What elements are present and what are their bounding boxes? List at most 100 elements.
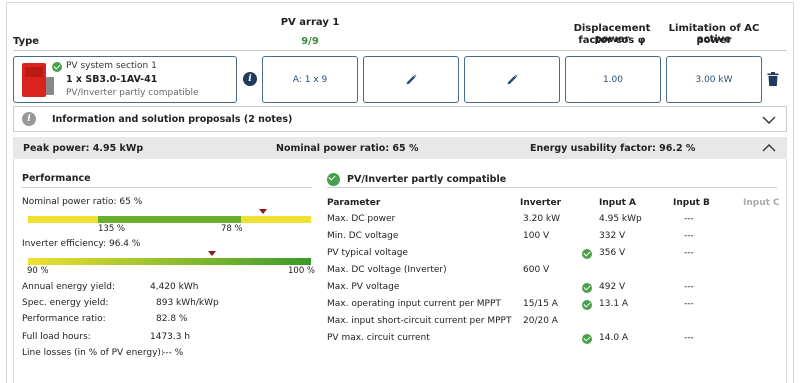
perf-row: Spec. energy yield: 893 kWh/kWp xyxy=(22,298,322,313)
cos-phi-button[interactable]: 1.00 xyxy=(565,56,661,103)
compat-table-header: Parameter Inverter Input A Input B Input… xyxy=(327,198,787,212)
compat-row: Max. DC power 3.20 kW 4.95 kWp --- xyxy=(327,214,787,231)
input-a-cell: 492 V xyxy=(599,282,626,292)
param-cell: Max. DC voltage (Inverter) xyxy=(327,265,447,275)
input-b-cell: --- xyxy=(684,299,694,309)
chevron-down-icon xyxy=(762,116,776,124)
inverter-cell: 3.20 kW xyxy=(523,214,561,224)
check-icon xyxy=(327,173,340,186)
info-accordion-label: Information and solution proposals (2 no… xyxy=(52,114,293,125)
input-a-cell: 4.95 kWp xyxy=(599,214,642,224)
perf-value: 1473.3 h xyxy=(150,332,191,342)
inverter-cell: 20/20 A xyxy=(523,316,558,326)
performance-divider xyxy=(22,187,312,188)
perf-label: Spec. energy yield: xyxy=(22,298,109,308)
efficiency-label: Inverter efficiency: 96.4 % xyxy=(22,239,141,249)
type-header: Type xyxy=(13,36,40,47)
perf-value: 82.8 % xyxy=(156,314,188,324)
perf-label: Line losses (in % of PV energy): xyxy=(22,348,164,358)
nominal-power-ratio: Nominal power ratio: 65 % xyxy=(276,143,419,154)
array-config-value: A: 1 x 9 xyxy=(292,74,328,85)
info-icon: i xyxy=(22,112,36,126)
edit-button-2[interactable] xyxy=(464,56,560,103)
energy-usability: Energy usability factor: 96.2 % xyxy=(530,143,696,154)
param-cell: Max. operating input current per MPPT xyxy=(327,299,501,309)
input-b-cell: --- xyxy=(684,248,694,258)
param-cell: PV max. circuit current xyxy=(327,333,430,343)
efficiency-marker xyxy=(207,251,216,256)
check-icon xyxy=(582,249,592,259)
section-name: PV system section 1 xyxy=(66,61,157,71)
input-b-cell: --- xyxy=(684,214,694,224)
perf-row: Performance ratio: 82.8 % xyxy=(22,314,322,329)
input-a-cell: 13.1 A xyxy=(599,299,629,309)
compatibility-status: PV/Inverter partly compatible xyxy=(66,88,199,98)
compat-row: Max. DC voltage (Inverter) 600 V xyxy=(327,265,787,282)
perf-value: 893 kWh/kWp xyxy=(156,298,219,308)
input-a-cell: 14.0 A xyxy=(599,333,629,343)
perf-label: Full load hours: xyxy=(22,332,91,342)
summary-bar[interactable]: Peak power: 4.95 kWp Nominal power ratio… xyxy=(13,137,787,159)
input-b-cell: --- xyxy=(684,282,694,292)
inverter-product-card[interactable]: PV system section 1 1 x SB3.0-1AV-41 PV/… xyxy=(13,56,237,103)
inverter-model: 1 x SB3.0-1AV-41 xyxy=(66,74,158,85)
compat-divider xyxy=(327,187,777,188)
param-cell: Max. input short-circuit current per MPP… xyxy=(327,316,512,326)
pv-array-count: 9/9 xyxy=(301,36,319,47)
compat-row: PV typical voltage 356 V --- xyxy=(327,248,787,265)
col-input-c: Input C xyxy=(743,198,780,208)
param-cell: Max. DC power xyxy=(327,214,396,224)
param-cell: Max. PV voltage xyxy=(327,282,400,292)
check-icon xyxy=(582,300,592,310)
inverter-cell: 600 V xyxy=(523,265,550,275)
ac-limit-value: 3.00 kW xyxy=(695,74,733,85)
pv-array-title: PV array 1 xyxy=(280,17,340,28)
param-cell: PV typical voltage xyxy=(327,248,408,258)
efficiency-bar xyxy=(28,258,311,265)
efficiency-tick-right: 100 % xyxy=(288,266,316,276)
input-a-cell: 356 V xyxy=(599,248,626,258)
nominal-ratio-bar xyxy=(28,216,311,223)
input-a-cell: 332 V xyxy=(599,231,626,241)
performance-title: Performance xyxy=(22,173,91,184)
info-accordion[interactable]: i Information and solution proposals (2 … xyxy=(13,106,787,132)
compat-row: PV max. circuit current 14.0 A --- xyxy=(327,333,787,350)
ac-limit-button[interactable]: 3.00 kW xyxy=(666,56,762,103)
col-inverter: Inverter xyxy=(520,198,562,208)
displacement-header-line2: factor cos φ xyxy=(578,35,646,46)
param-cell: Min. DC voltage xyxy=(327,231,399,241)
cos-phi-value: 1.00 xyxy=(602,74,624,85)
trash-icon[interactable] xyxy=(767,72,779,86)
compat-row: Max. operating input current per MPPT 15/… xyxy=(327,299,787,316)
limitation-header-line2: power xyxy=(696,35,732,46)
perf-label: Performance ratio: xyxy=(22,314,106,324)
pencil-icon xyxy=(406,74,417,84)
perf-value: --- % xyxy=(162,348,184,358)
header-divider xyxy=(13,50,787,51)
inverter-cell: 15/15 A xyxy=(523,299,558,309)
efficiency-tick-left: 90 % xyxy=(27,266,49,276)
edit-button-1[interactable] xyxy=(363,56,459,103)
nominal-marker xyxy=(258,209,267,214)
perf-row: Annual energy yield: 4,420 kWh xyxy=(22,282,322,297)
inverter-image xyxy=(22,63,54,97)
col-input-a: Input A xyxy=(599,198,637,208)
col-input-b: Input B xyxy=(673,198,710,208)
input-b-cell: --- xyxy=(684,333,694,343)
array-config-button[interactable]: A: 1 x 9 xyxy=(262,56,358,103)
nominal-tick-left: 135 % xyxy=(98,224,126,234)
chevron-up-icon xyxy=(762,144,776,152)
input-b-cell: --- xyxy=(684,231,694,241)
col-parameter: Parameter xyxy=(327,198,381,208)
inverter-cell: 100 V xyxy=(523,231,550,241)
perf-label: Annual energy yield: xyxy=(22,282,115,292)
nominal-label: Nominal power ratio: 65 % xyxy=(22,197,143,207)
compat-row: Min. DC voltage 100 V 332 V --- xyxy=(327,231,787,248)
perf-value: 4,420 kWh xyxy=(150,282,199,292)
compat-row: Max. PV voltage 492 V --- xyxy=(327,282,787,299)
check-icon xyxy=(52,62,62,72)
check-icon xyxy=(582,334,592,344)
nominal-tick-right: 78 % xyxy=(221,224,243,234)
info-icon[interactable]: i xyxy=(243,72,257,86)
perf-row: Full load hours: 1473.3 h xyxy=(22,332,322,347)
